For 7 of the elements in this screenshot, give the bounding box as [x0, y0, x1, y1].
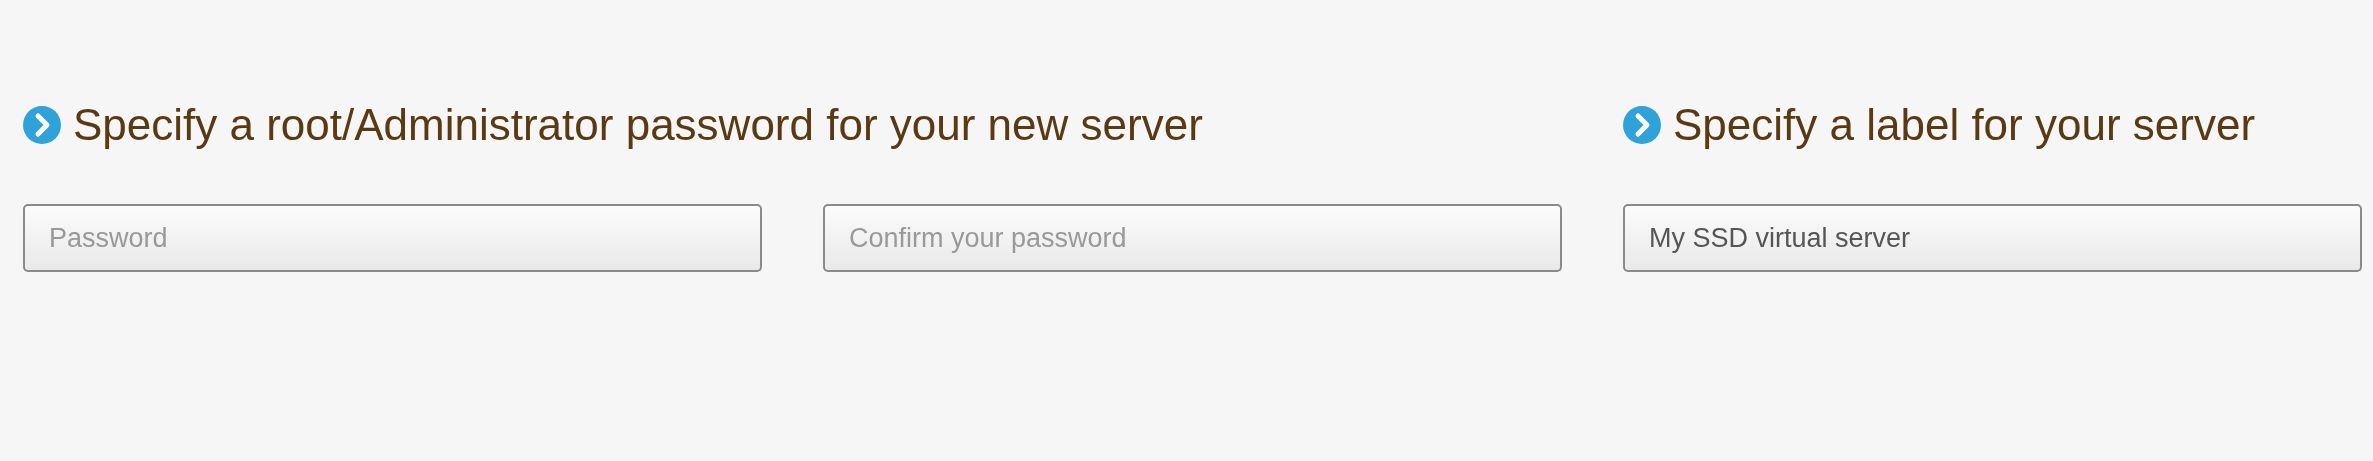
- input-field[interactable]: Password: [23, 204, 762, 272]
- section-heading: Specify a label for your server: [1673, 100, 2256, 150]
- input-field[interactable]: My SSD virtual server: [1623, 204, 2362, 272]
- chevron-icon: [1623, 106, 1661, 144]
- section-heading: Specify a root/Administrator password for your new server: [73, 100, 1203, 150]
- input-field[interactable]: Confirm your password: [823, 204, 1562, 272]
- chevron-icon: [23, 106, 61, 144]
